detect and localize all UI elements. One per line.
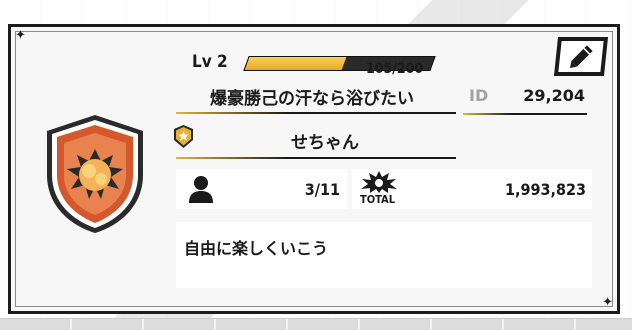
id-underline <box>463 113 587 115</box>
star-icon: ✦ <box>602 295 613 310</box>
total-label: TOTAL <box>360 193 396 206</box>
title-underline <box>176 157 456 159</box>
name-underline <box>176 112 456 114</box>
star-icon: ✦ <box>15 28 26 43</box>
person-icon <box>189 176 213 203</box>
exp-text: 105/200 <box>366 61 424 77</box>
explosion-shield-badge-icon <box>47 115 143 233</box>
id-label: ID <box>469 86 489 105</box>
total-value: 1,993,823 <box>504 180 586 199</box>
player-title: せちゃん <box>291 133 359 153</box>
rank-emblem-icon <box>174 125 193 148</box>
exp-bar-fill <box>244 57 347 70</box>
pencil-icon[interactable] <box>568 42 596 70</box>
level-label: Lv 2 <box>192 52 228 72</box>
bottom-strip <box>0 318 632 330</box>
burst-total-icon <box>361 171 397 193</box>
player-name: 爆豪勝己の汗なら浴びたい <box>210 89 414 109</box>
id-value: 29,204 <box>523 86 585 105</box>
profile-comment: 自由に楽しくいこう <box>184 239 329 258</box>
friends-count: 3/11 <box>304 180 340 199</box>
